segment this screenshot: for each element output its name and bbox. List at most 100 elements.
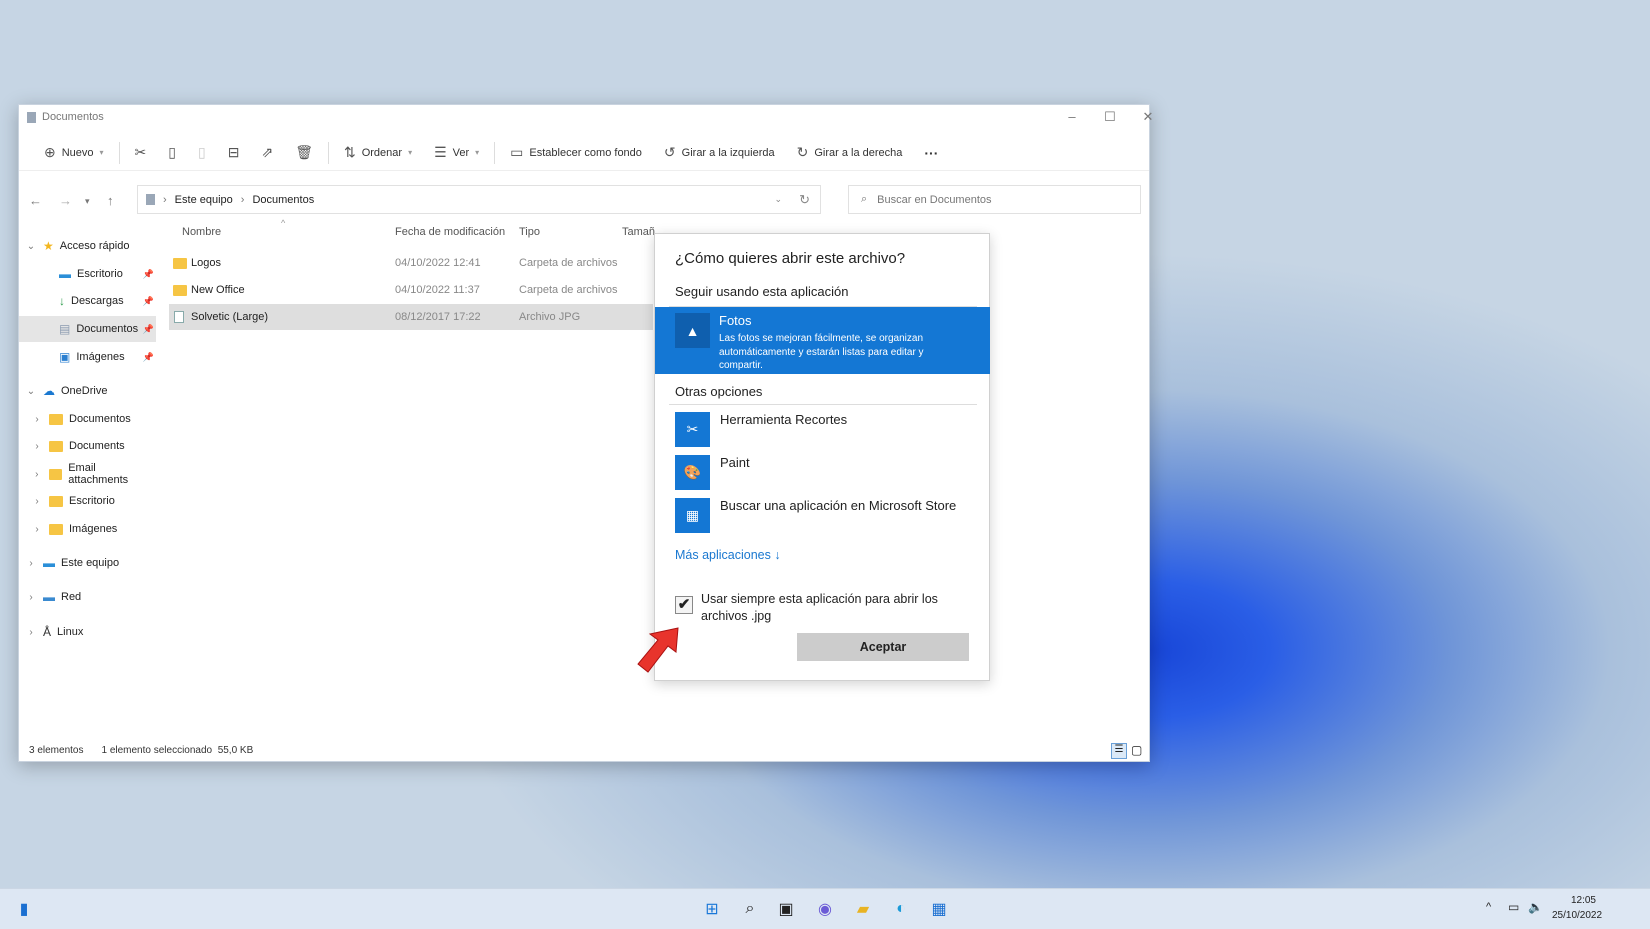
- sidebar-item[interactable]: › ▬ Red: [19, 584, 156, 610]
- maximize-button[interactable]: ☐: [1091, 105, 1129, 129]
- sidebar-item[interactable]: ▣ Imágenes 📌: [19, 344, 156, 370]
- wallpaper-icon: ▭: [510, 144, 524, 160]
- set-background-button[interactable]: ▭ Establecer como fondo: [499, 138, 653, 168]
- column-header-type[interactable]: Tipo: [519, 226, 540, 238]
- app-name: Buscar una aplicación en Microsoft Store: [720, 498, 957, 513]
- share-button[interactable]: ⇗: [250, 138, 284, 168]
- sidebar-item[interactable]: ↓ Descargas 📌: [19, 288, 156, 314]
- show-hidden-icons[interactable]: ^: [1486, 901, 1491, 913]
- breadcrumb-documentos[interactable]: Documentos: [252, 194, 314, 206]
- sidebar-item[interactable]: › Imágenes: [19, 516, 156, 542]
- back-icon[interactable]: ←: [29, 193, 42, 208]
- widgets-icon[interactable]: ▮: [12, 897, 36, 921]
- sidebar-item[interactable]: › Documentos: [19, 406, 156, 432]
- sidebar-item[interactable]: ⌄ ☁ OneDrive: [19, 378, 156, 404]
- more-options-button[interactable]: ···: [913, 138, 949, 168]
- desktop-icon: ▬: [59, 267, 71, 281]
- minimize-button[interactable]: –: [1053, 105, 1091, 129]
- snipping-tool-icon: ✂: [675, 412, 710, 447]
- refresh-icon[interactable]: ↻: [799, 192, 810, 208]
- folder-icon: [49, 523, 63, 535]
- chevron-right-icon[interactable]: ›: [31, 441, 43, 452]
- column-header-date[interactable]: Fecha de modificación: [395, 226, 505, 238]
- forward-icon[interactable]: →: [59, 193, 72, 208]
- copy-icon: ▯: [168, 144, 176, 160]
- cut-button[interactable]: ✂: [124, 138, 158, 168]
- file-row[interactable]: Solvetic (Large) 08/12/2017 17:22 Archivo …: [169, 304, 653, 330]
- pictures-icon: ▣: [59, 350, 71, 364]
- rotate-left-button[interactable]: ↺ Girar a la izquierda: [653, 138, 786, 168]
- always-use-checkbox[interactable]: ✔: [675, 596, 693, 614]
- chevron-right-icon[interactable]: ›: [31, 524, 43, 535]
- chevron-right-icon[interactable]: ›: [25, 558, 37, 569]
- search-icon[interactable]: ⌕: [738, 897, 762, 921]
- sidebar-item-label: Imágenes: [69, 523, 118, 535]
- delete-button[interactable]: 🗑: [284, 138, 324, 168]
- column-header-name[interactable]: Nombre: [182, 226, 221, 238]
- sidebar-item[interactable]: › ▬ Este equipo: [19, 550, 156, 576]
- app-name: Fotos: [719, 313, 752, 328]
- chevron-right-icon[interactable]: ›: [31, 469, 43, 480]
- app-option-store[interactable]: ▦ Buscar una aplicación en Microsoft Stor…: [675, 498, 956, 533]
- paste-button[interactable]: ▯: [187, 138, 217, 168]
- rename-icon: ⊟: [227, 144, 240, 160]
- chevron-right-icon[interactable]: ›: [31, 496, 43, 507]
- always-use-label[interactable]: Usar siempre esta aplicación para abrir …: [701, 591, 961, 625]
- sidebar-item[interactable]: › Escritorio: [19, 488, 156, 514]
- address-bar[interactable]: › Este equipo › Documentos ⌄ ↻: [137, 185, 821, 214]
- clock-time[interactable]: 12:05: [1556, 895, 1596, 906]
- close-button[interactable]: ✕: [1129, 105, 1167, 129]
- file-type: Carpeta de archivos: [519, 257, 618, 269]
- start-icon[interactable]: ⊞: [700, 897, 724, 921]
- store-icon[interactable]: ▦: [927, 897, 951, 921]
- chevron-right-icon[interactable]: ›: [25, 627, 37, 638]
- folder-icon: [48, 468, 63, 480]
- more-apps-link[interactable]: Más aplicaciones ↓: [675, 548, 781, 562]
- tiles-view-icon[interactable]: ▢: [1131, 743, 1142, 757]
- clock-date[interactable]: 25/10/2022: [1552, 910, 1602, 921]
- sidebar-item[interactable]: › Å Linux: [19, 619, 156, 645]
- sort-button[interactable]: ⇅ Ordenar ▾: [333, 138, 423, 168]
- chevron-down-icon[interactable]: ⌄: [25, 386, 37, 397]
- chevron-down-icon[interactable]: ⌄: [25, 241, 37, 252]
- rename-button[interactable]: ⊟: [217, 138, 251, 168]
- search-input[interactable]: ⌕ Buscar en Documentos: [848, 185, 1141, 214]
- chevron-right-icon[interactable]: ›: [25, 592, 37, 603]
- sidebar-item[interactable]: › Email attachments: [19, 461, 156, 487]
- copy-button[interactable]: ▯: [157, 138, 187, 168]
- sidebar-item-label: Documentos: [69, 413, 131, 425]
- up-icon[interactable]: ↑: [107, 193, 114, 208]
- file-explorer-icon[interactable]: ▰: [851, 897, 875, 921]
- linux-icon: Å: [43, 625, 52, 639]
- new-button[interactable]: ⊕ Nuevo ▾: [33, 138, 115, 168]
- dialog-title: ¿Cómo quieres abrir este archivo?: [675, 250, 906, 267]
- app-option-snipping-tool[interactable]: ✂ Herramienta Recortes: [675, 412, 847, 447]
- address-history-chevron-icon[interactable]: ⌄: [774, 194, 782, 205]
- divider: [118, 141, 120, 164]
- rotate-right-button[interactable]: ↻ Girar a la derecha: [786, 138, 914, 168]
- recent-chevron-icon[interactable]: ▾: [85, 196, 90, 207]
- breadcrumb-este-equipo[interactable]: Este equipo: [175, 194, 233, 206]
- task-view-icon[interactable]: ▣: [774, 897, 798, 921]
- store-icon: ▦: [675, 498, 710, 533]
- column-header-size[interactable]: Tamaño: [622, 226, 655, 238]
- window-title: Documentos: [42, 111, 104, 123]
- cloud-icon: ☁: [43, 384, 55, 398]
- app-option-paint[interactable]: 🎨 Paint: [675, 455, 750, 490]
- chat-icon[interactable]: ◉: [813, 897, 837, 921]
- app-option-fotos[interactable]: ▲ Fotos Las fotos se mejoran fácilmente,…: [655, 307, 990, 374]
- title-bar: Documentos: [27, 111, 104, 123]
- sidebar-item[interactable]: › Documents: [19, 433, 156, 459]
- file-row[interactable]: New Office 04/10/2022 11:37 Carpeta de arc…: [169, 277, 653, 303]
- file-row[interactable]: Logos 04/10/2022 12:41 Carpeta de archivos: [169, 250, 653, 276]
- volume-icon[interactable]: 🔈: [1528, 900, 1543, 914]
- chevron-right-icon[interactable]: ›: [31, 414, 43, 425]
- sidebar-item[interactable]: ▬ Escritorio 📌: [19, 261, 156, 287]
- sidebar-item[interactable]: ▤ Documentos 📌: [19, 316, 156, 342]
- edge-icon[interactable]: ◐: [889, 897, 913, 921]
- view-button[interactable]: ☰ Ver ▾: [423, 138, 490, 168]
- accept-button[interactable]: Aceptar: [797, 633, 969, 661]
- details-view-icon[interactable]: ☰: [1111, 743, 1127, 759]
- network-icon[interactable]: ▭: [1508, 900, 1519, 914]
- sidebar-item[interactable]: ⌄ ★ Acceso rápido: [19, 233, 156, 259]
